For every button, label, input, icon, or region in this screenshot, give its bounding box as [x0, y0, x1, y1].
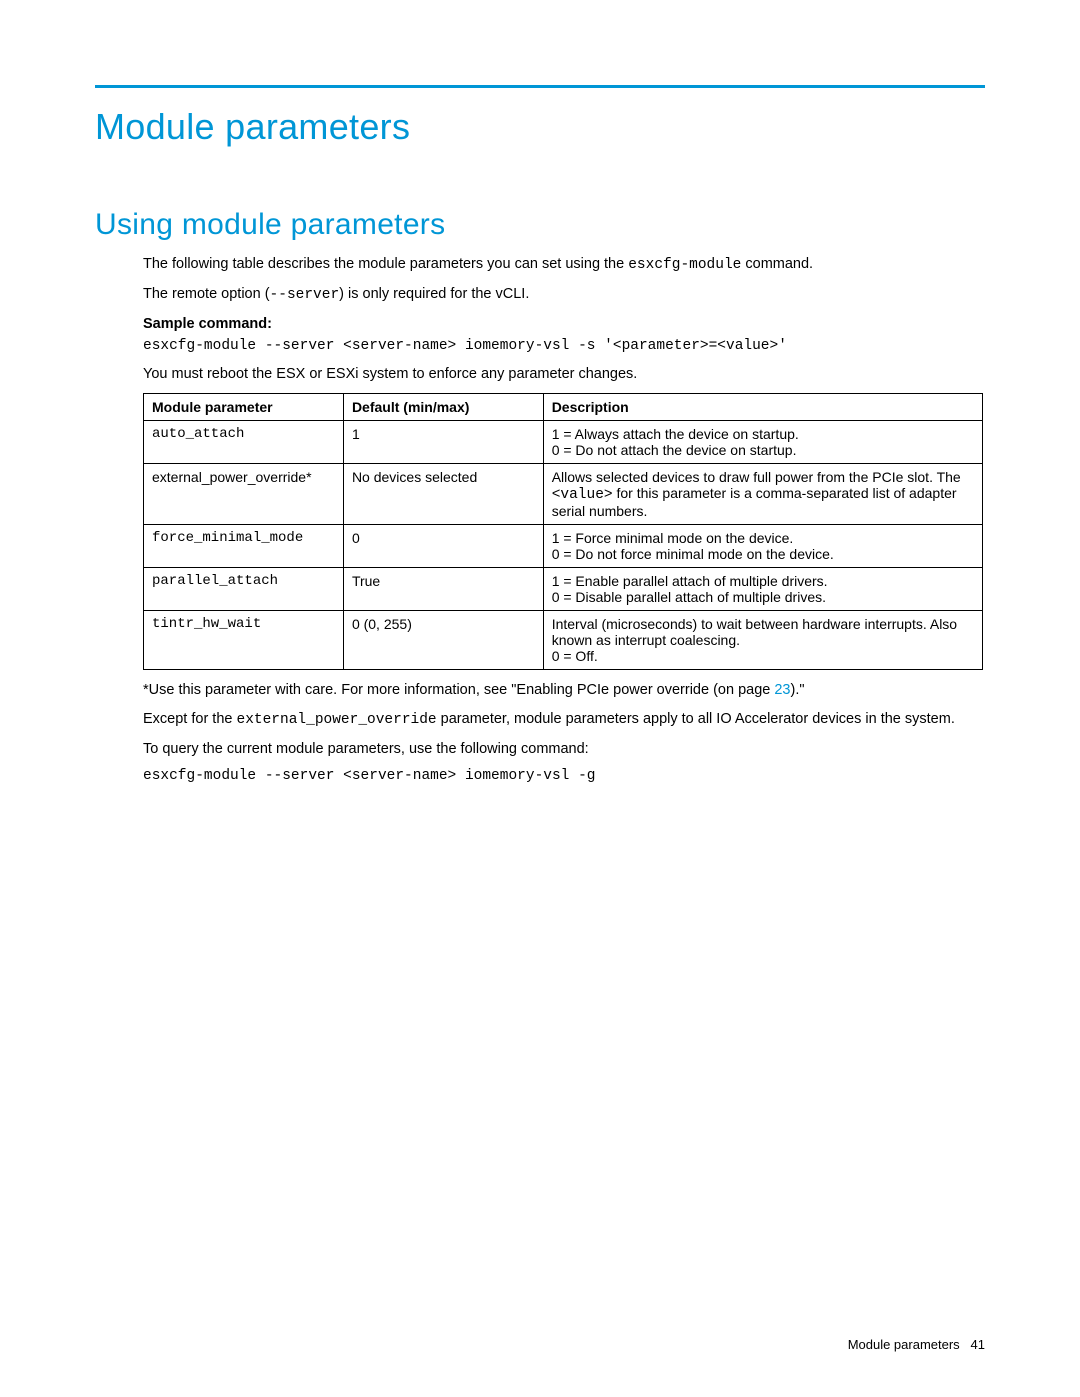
- intro-text-1: The following table describes the module…: [143, 254, 985, 276]
- cell-description: Allows selected devices to draw full pow…: [543, 464, 982, 525]
- th-default: Default (min/max): [343, 394, 543, 421]
- page-ref-link[interactable]: 23: [774, 682, 790, 698]
- cell-default: No devices selected: [343, 464, 543, 525]
- footnote-text: *Use this parameter with care. For more …: [143, 680, 985, 701]
- query-text: To query the current module parameters, …: [143, 739, 985, 760]
- cell-default: True: [343, 568, 543, 611]
- th-description: Description: [543, 394, 982, 421]
- footer-section-label: Module parameters: [848, 1337, 960, 1352]
- reboot-note: You must reboot the ESX or ESXi system t…: [143, 364, 985, 385]
- cell-description: 1 = Enable parallel attach of multiple d…: [543, 568, 982, 611]
- section-heading: Using module parameters: [95, 208, 985, 242]
- inline-code: --server: [270, 287, 340, 303]
- cell-param: auto_attach: [144, 421, 344, 464]
- query-command-code: esxcfg-module --server <server-name> iom…: [143, 768, 985, 784]
- inline-code: esxcfg-module: [628, 257, 741, 273]
- table-row: parallel_attachTrue1 = Enable parallel a…: [144, 568, 983, 611]
- cell-param: force_minimal_mode: [144, 525, 344, 568]
- table-row: tintr_hw_wait0 (0, 255)Interval (microse…: [144, 611, 983, 670]
- cell-param: tintr_hw_wait: [144, 611, 344, 670]
- sample-command-code: esxcfg-module --server <server-name> iom…: [143, 338, 985, 354]
- cell-param: external_power_override*: [144, 464, 344, 525]
- cell-description: 1 = Always attach the device on startup.…: [543, 421, 982, 464]
- table-row: external_power_override*No devices selec…: [144, 464, 983, 525]
- page-footer: Module parameters 41: [848, 1337, 985, 1352]
- table-header-row: Module parameter Default (min/max) Descr…: [144, 394, 983, 421]
- th-module-parameter: Module parameter: [144, 394, 344, 421]
- page-title: Module parameters: [95, 106, 985, 148]
- cell-param: parallel_attach: [144, 568, 344, 611]
- sample-command-label: Sample command:: [143, 316, 985, 332]
- inline-code: external_power_override: [237, 712, 437, 728]
- cell-default: 0: [343, 525, 543, 568]
- intro-text-2: The remote option (--server) is only req…: [143, 284, 985, 306]
- footer-page-number: 41: [971, 1337, 985, 1352]
- top-rule: [95, 85, 985, 88]
- table-row: force_minimal_mode01 = Force minimal mod…: [144, 525, 983, 568]
- except-text: Except for the external_power_override p…: [143, 709, 985, 731]
- module-parameter-table: Module parameter Default (min/max) Descr…: [143, 393, 983, 670]
- cell-description: 1 = Force minimal mode on the device.0 =…: [543, 525, 982, 568]
- cell-default: 0 (0, 255): [343, 611, 543, 670]
- table-row: auto_attach11 = Always attach the device…: [144, 421, 983, 464]
- cell-description: Interval (microseconds) to wait between …: [543, 611, 982, 670]
- cell-default: 1: [343, 421, 543, 464]
